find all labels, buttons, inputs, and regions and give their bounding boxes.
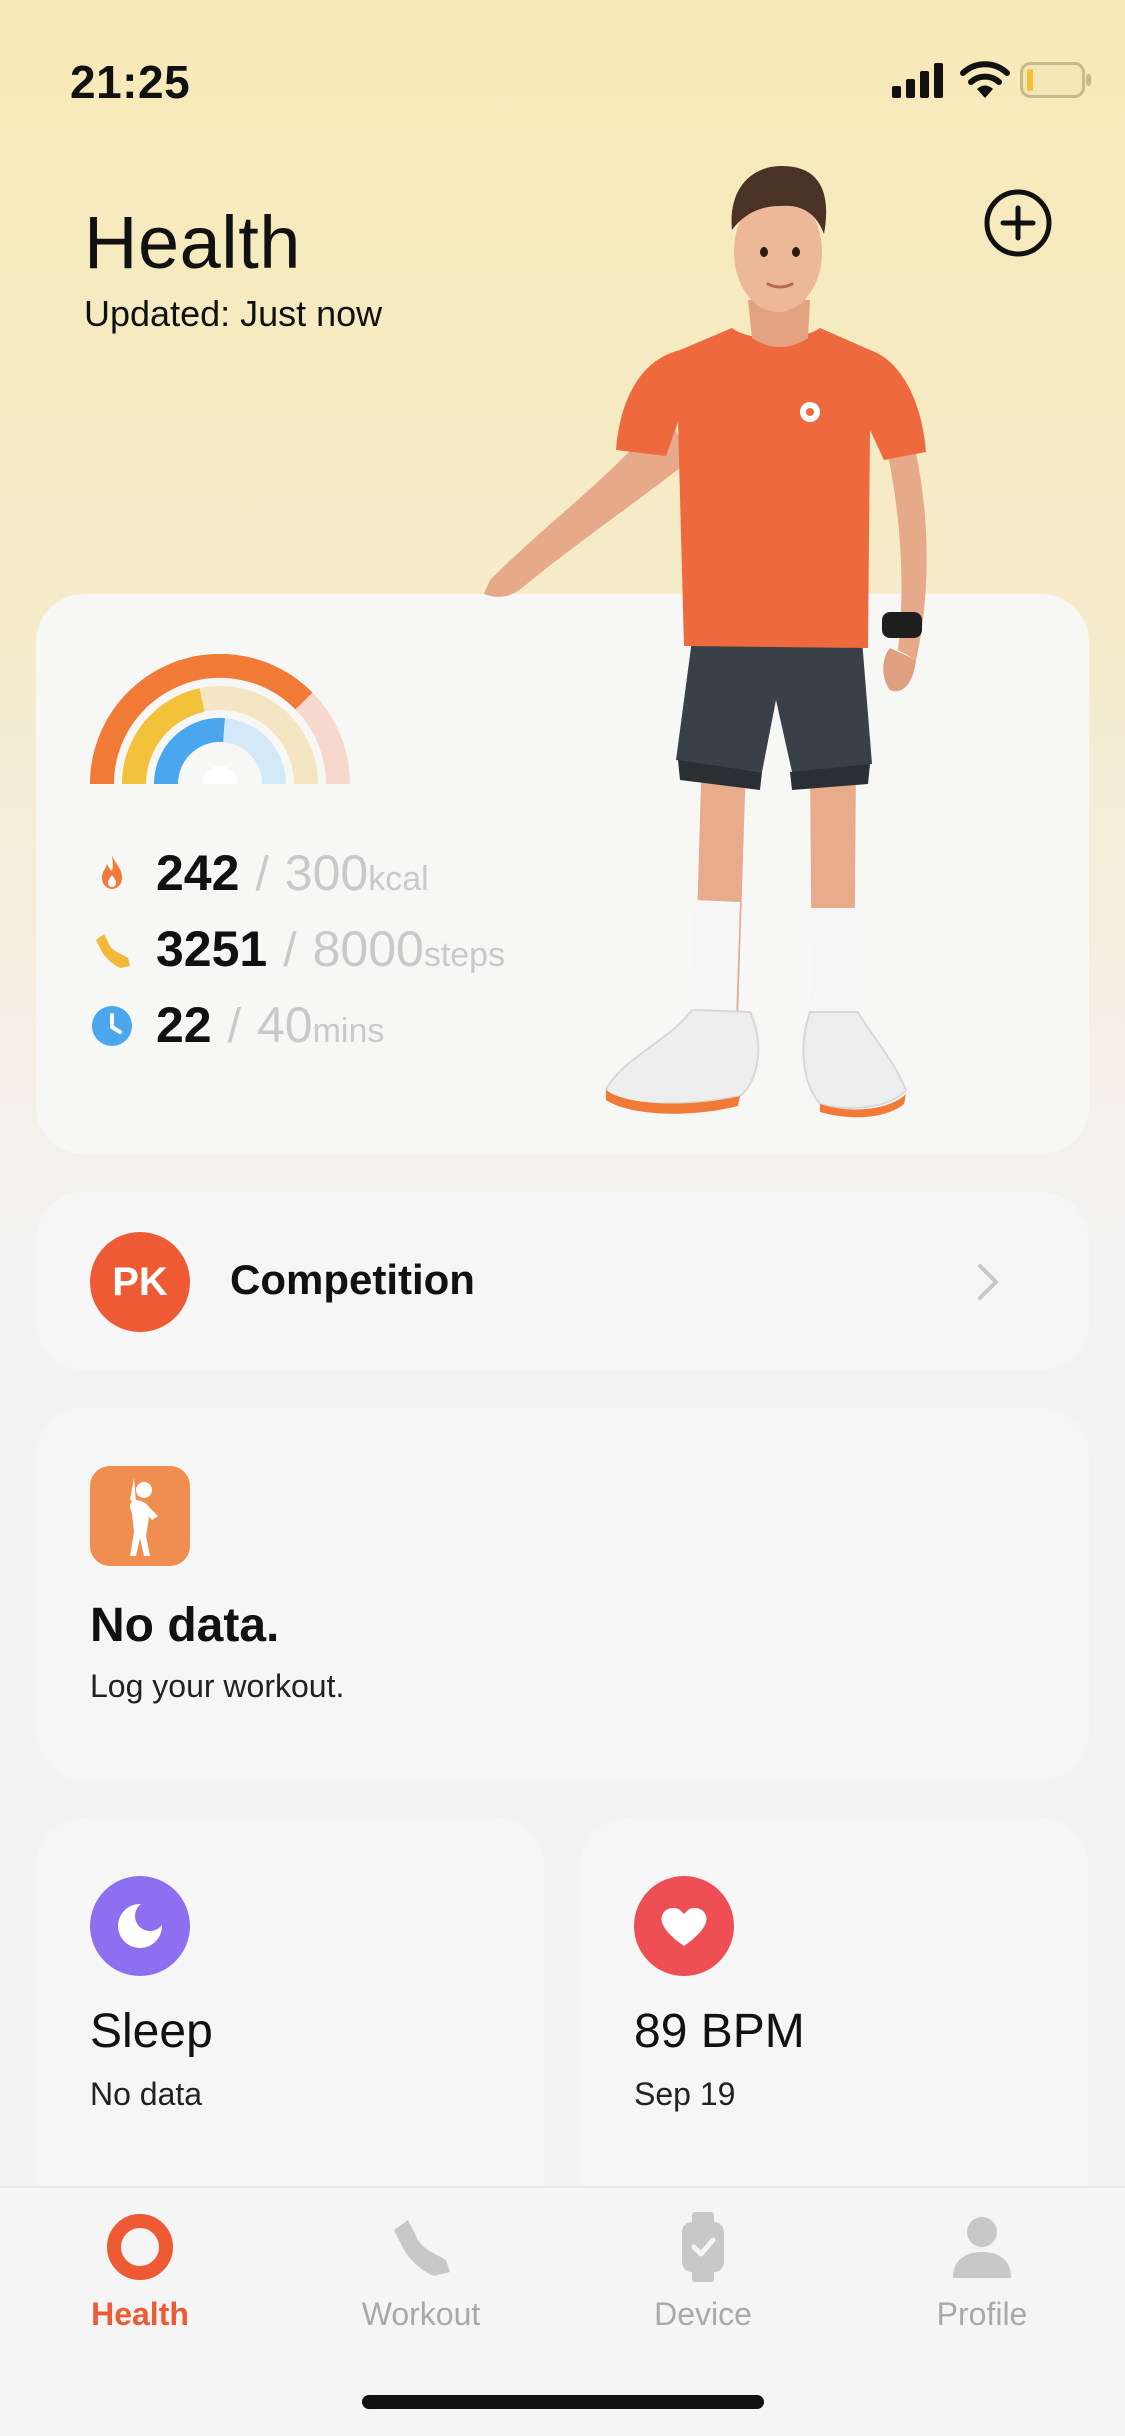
home-indicator	[362, 2395, 764, 2409]
tab-device[interactable]: Device	[593, 2210, 813, 2360]
steps-metric: 3251 / 8000 steps	[90, 920, 505, 980]
tab-health[interactable]: Health	[30, 2210, 250, 2360]
wifi-icon	[960, 61, 1010, 98]
status-time: 21:25	[70, 56, 191, 108]
watch-icon	[682, 2212, 724, 2282]
separator: /	[255, 848, 269, 901]
tab-workout[interactable]: Workout	[311, 2210, 531, 2360]
add-button[interactable]	[983, 188, 1053, 258]
minutes-unit: mins	[312, 1012, 385, 1050]
tab-label: Workout	[361, 2296, 481, 2332]
heart-rate-card[interactable]: 89 BPM Sep 19	[580, 1818, 1088, 2248]
signal-icon	[892, 63, 943, 98]
page-title: Health	[84, 201, 301, 284]
clock-icon	[92, 1006, 132, 1046]
chevron-right-icon	[978, 1264, 998, 1300]
updated-status: Updated: Just now	[84, 293, 383, 334]
tab-label: Device	[654, 2296, 752, 2332]
minutes-value: 22	[156, 997, 212, 1053]
calories-goal: 300	[284, 845, 369, 901]
stretching-person-icon	[90, 1466, 190, 1566]
tab-label: Profile	[936, 2296, 1028, 2332]
battery-icon	[1020, 62, 1091, 98]
pk-badge: PK	[90, 1232, 190, 1332]
calories-value: 242	[156, 845, 240, 901]
steps-goal: 8000	[312, 921, 424, 977]
flame-icon	[102, 855, 122, 889]
competition-label: Competition	[230, 1256, 475, 1303]
heart-icon	[634, 1876, 734, 1976]
sleep-card[interactable]: Sleep No data	[36, 1818, 544, 2248]
sleep-title: Sleep	[90, 2005, 213, 2058]
competition-card[interactable]: PK Competition	[36, 1192, 1089, 1370]
ring-icon	[107, 2214, 173, 2280]
heart-rate-date: Sep 19	[634, 2076, 736, 2112]
active-minutes-metric: 22 / 40 mins	[90, 996, 384, 1056]
avatar-figure	[484, 166, 927, 1118]
shoe-icon	[96, 934, 130, 968]
shoe-icon	[394, 2220, 450, 2276]
tab-profile[interactable]: Profile	[872, 2210, 1092, 2360]
sleep-subtitle: No data	[90, 2076, 203, 2112]
moon-icon	[90, 1876, 190, 1976]
calories-unit: kcal	[368, 860, 429, 898]
calories-metric: 242 / 300 kcal	[90, 844, 429, 904]
heart-rate-value: 89 BPM	[634, 2005, 805, 2058]
workout-title: No data.	[90, 1599, 280, 1652]
workout-subtitle: Log your workout.	[90, 1668, 345, 1704]
separator: /	[227, 1000, 241, 1053]
separator: /	[283, 924, 297, 977]
workout-card[interactable]: No data. Log your workout.	[36, 1408, 1089, 1780]
tab-label: Health	[91, 2296, 189, 2332]
steps-value: 3251	[156, 921, 268, 977]
activity-rings-icon	[90, 654, 350, 785]
status-bar: 21:25	[0, 0, 1125, 150]
minutes-goal: 40	[256, 997, 313, 1053]
person-icon	[953, 2217, 1011, 2278]
